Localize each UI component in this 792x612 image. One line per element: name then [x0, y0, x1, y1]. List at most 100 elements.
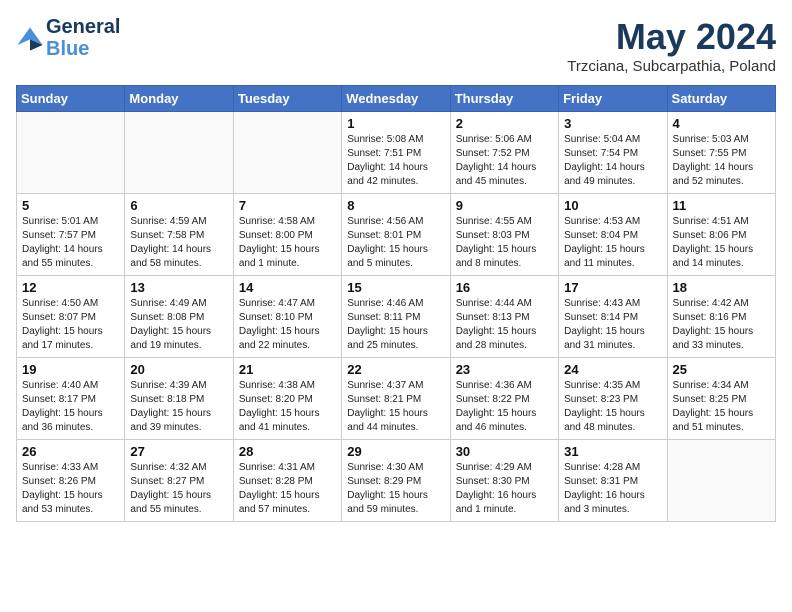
- calendar-cell: 14 Sunrise: 4:47 AM Sunset: 8:10 PM Dayli…: [233, 276, 341, 358]
- calendar-week-row: 19 Sunrise: 4:40 AM Sunset: 8:17 PM Dayli…: [17, 358, 776, 440]
- calendar-cell: 31Sunrise: 4:28 AM Sunset: 8:31 PM Dayli…: [559, 440, 667, 522]
- day-number: 26: [22, 444, 119, 459]
- day-info: Sunrise: 4:34 AM Sunset: 8:25 PM Dayligh…: [673, 379, 770, 435]
- page-header: General Blue May 2024 Trzciana, Subcarpa…: [16, 16, 776, 75]
- calendar-cell: 12Sunrise: 4:50 AM Sunset: 8:07 PM Dayli…: [17, 276, 125, 358]
- day-info: Sunrise: 5:08 AM Sunset: 7:51 PM Dayligh…: [347, 133, 444, 189]
- day-info: Sunrise: 4:49 AM Sunset: 8:08 PM Dayligh…: [130, 297, 227, 353]
- calendar-cell: 16 Sunrise: 4:44 AM Sunset: 8:13 PM Dayli…: [450, 276, 558, 358]
- day-number: 2: [456, 116, 553, 131]
- calendar-week-row: 1 Sunrise: 5:08 AM Sunset: 7:51 PM Daylig…: [17, 112, 776, 194]
- month-title: May 2024: [567, 16, 776, 58]
- day-info: Sunrise: 4:39 AM Sunset: 8:18 PM Dayligh…: [130, 379, 227, 435]
- day-info: Sunrise: 4:29 AM Sunset: 8:30 PM Dayligh…: [456, 461, 553, 517]
- calendar-cell: 8 Sunrise: 4:56 AM Sunset: 8:01 PM Daylig…: [342, 194, 450, 276]
- day-number: 31: [564, 444, 661, 459]
- day-info: Sunrise: 4:53 AM Sunset: 8:04 PM Dayligh…: [564, 215, 661, 271]
- day-info: Sunrise: 4:31 AM Sunset: 8:28 PM Dayligh…: [239, 461, 336, 517]
- calendar-cell: 10 Sunrise: 4:53 AM Sunset: 8:04 PM Dayli…: [559, 194, 667, 276]
- day-number: 4: [673, 116, 770, 131]
- weekday-header-saturday: Saturday: [667, 86, 775, 112]
- calendar-cell: 13 Sunrise: 4:49 AM Sunset: 8:08 PM Dayli…: [125, 276, 233, 358]
- day-number: 5: [22, 198, 119, 213]
- calendar-cell: 17 Sunrise: 4:43 AM Sunset: 8:14 PM Dayli…: [559, 276, 667, 358]
- day-number: 19: [22, 362, 119, 377]
- weekday-header-tuesday: Tuesday: [233, 86, 341, 112]
- calendar-cell: 9 Sunrise: 4:55 AM Sunset: 8:03 PM Daylig…: [450, 194, 558, 276]
- calendar-cell: 15 Sunrise: 4:46 AM Sunset: 8:11 PM Dayli…: [342, 276, 450, 358]
- day-number: 23: [456, 362, 553, 377]
- day-number: 6: [130, 198, 227, 213]
- title-block: May 2024 Trzciana, Subcarpathia, Poland: [567, 16, 776, 75]
- day-info: Sunrise: 4:40 AM Sunset: 8:17 PM Dayligh…: [22, 379, 119, 435]
- day-number: 17: [564, 280, 661, 295]
- calendar-cell: 3Sunrise: 5:04 AM Sunset: 7:54 PM Daylig…: [559, 112, 667, 194]
- day-number: 1: [347, 116, 444, 131]
- day-info: Sunrise: 4:59 AM Sunset: 7:58 PM Dayligh…: [130, 215, 227, 271]
- calendar-week-row: 5 Sunrise: 5:01 AM Sunset: 7:57 PM Daylig…: [17, 194, 776, 276]
- weekday-header-monday: Monday: [125, 86, 233, 112]
- day-info: Sunrise: 4:30 AM Sunset: 8:29 PM Dayligh…: [347, 461, 444, 517]
- day-number: 8: [347, 198, 444, 213]
- weekday-header-wednesday: Wednesday: [342, 86, 450, 112]
- day-number: 22: [347, 362, 444, 377]
- day-number: 13: [130, 280, 227, 295]
- day-number: 11: [673, 198, 770, 213]
- day-info: Sunrise: 5:04 AM Sunset: 7:54 PM Dayligh…: [564, 133, 661, 189]
- day-number: 9: [456, 198, 553, 213]
- weekday-header-row: SundayMondayTuesdayWednesdayThursdayFrid…: [17, 86, 776, 112]
- day-number: 10: [564, 198, 661, 213]
- location: Trzciana, Subcarpathia, Poland: [567, 58, 776, 75]
- day-info: Sunrise: 5:06 AM Sunset: 7:52 PM Dayligh…: [456, 133, 553, 189]
- logo: General Blue: [16, 16, 120, 60]
- calendar-cell: 25 Sunrise: 4:34 AM Sunset: 8:25 PM Dayli…: [667, 358, 775, 440]
- day-info: Sunrise: 4:44 AM Sunset: 8:13 PM Dayligh…: [456, 297, 553, 353]
- calendar-cell: 5 Sunrise: 5:01 AM Sunset: 7:57 PM Daylig…: [17, 194, 125, 276]
- day-info: Sunrise: 4:42 AM Sunset: 8:16 PM Dayligh…: [673, 297, 770, 353]
- day-info: Sunrise: 4:58 AM Sunset: 8:00 PM Dayligh…: [239, 215, 336, 271]
- calendar-cell: 19 Sunrise: 4:40 AM Sunset: 8:17 PM Dayli…: [17, 358, 125, 440]
- day-info: Sunrise: 4:55 AM Sunset: 8:03 PM Dayligh…: [456, 215, 553, 271]
- calendar-cell: 22Sunrise: 4:37 AM Sunset: 8:21 PM Dayli…: [342, 358, 450, 440]
- day-info: Sunrise: 4:43 AM Sunset: 8:14 PM Dayligh…: [564, 297, 661, 353]
- day-number: 21: [239, 362, 336, 377]
- day-number: 18: [673, 280, 770, 295]
- day-number: 27: [130, 444, 227, 459]
- calendar-cell: 28Sunrise: 4:31 AM Sunset: 8:28 PM Dayli…: [233, 440, 341, 522]
- calendar-cell: 11Sunrise: 4:51 AM Sunset: 8:06 PM Dayli…: [667, 194, 775, 276]
- calendar-cell: 30 Sunrise: 4:29 AM Sunset: 8:30 PM Dayli…: [450, 440, 558, 522]
- calendar-cell: 23 Sunrise: 4:36 AM Sunset: 8:22 PM Dayli…: [450, 358, 558, 440]
- calendar-cell: 2 Sunrise: 5:06 AM Sunset: 7:52 PM Daylig…: [450, 112, 558, 194]
- calendar-cell: 1 Sunrise: 5:08 AM Sunset: 7:51 PM Daylig…: [342, 112, 450, 194]
- logo-icon: [16, 24, 44, 52]
- calendar-cell: 21 Sunrise: 4:38 AM Sunset: 8:20 PM Dayli…: [233, 358, 341, 440]
- day-number: 15: [347, 280, 444, 295]
- day-number: 16: [456, 280, 553, 295]
- weekday-header-sunday: Sunday: [17, 86, 125, 112]
- day-number: 25: [673, 362, 770, 377]
- day-info: Sunrise: 4:47 AM Sunset: 8:10 PM Dayligh…: [239, 297, 336, 353]
- calendar-cell: [17, 112, 125, 194]
- day-info: Sunrise: 4:33 AM Sunset: 8:26 PM Dayligh…: [22, 461, 119, 517]
- weekday-header-friday: Friday: [559, 86, 667, 112]
- calendar-week-row: 26 Sunrise: 4:33 AM Sunset: 8:26 PM Dayli…: [17, 440, 776, 522]
- day-number: 29: [347, 444, 444, 459]
- day-info: Sunrise: 4:56 AM Sunset: 8:01 PM Dayligh…: [347, 215, 444, 271]
- calendar-cell: 24Sunrise: 4:35 AM Sunset: 8:23 PM Dayli…: [559, 358, 667, 440]
- day-info: Sunrise: 4:36 AM Sunset: 8:22 PM Dayligh…: [456, 379, 553, 435]
- day-number: 30: [456, 444, 553, 459]
- day-info: Sunrise: 5:03 AM Sunset: 7:55 PM Dayligh…: [673, 133, 770, 189]
- day-number: 24: [564, 362, 661, 377]
- calendar-cell: 7Sunrise: 4:58 AM Sunset: 8:00 PM Daylig…: [233, 194, 341, 276]
- calendar-cell: [667, 440, 775, 522]
- calendar-cell: 4 Sunrise: 5:03 AM Sunset: 7:55 PM Daylig…: [667, 112, 775, 194]
- calendar-cell: 18 Sunrise: 4:42 AM Sunset: 8:16 PM Dayli…: [667, 276, 775, 358]
- day-info: Sunrise: 4:46 AM Sunset: 8:11 PM Dayligh…: [347, 297, 444, 353]
- day-number: 14: [239, 280, 336, 295]
- day-number: 20: [130, 362, 227, 377]
- day-info: Sunrise: 5:01 AM Sunset: 7:57 PM Dayligh…: [22, 215, 119, 271]
- logo-line2: Blue: [46, 38, 120, 60]
- day-info: Sunrise: 4:50 AM Sunset: 8:07 PM Dayligh…: [22, 297, 119, 353]
- calendar-cell: 27Sunrise: 4:32 AM Sunset: 8:27 PM Dayli…: [125, 440, 233, 522]
- day-info: Sunrise: 4:38 AM Sunset: 8:20 PM Dayligh…: [239, 379, 336, 435]
